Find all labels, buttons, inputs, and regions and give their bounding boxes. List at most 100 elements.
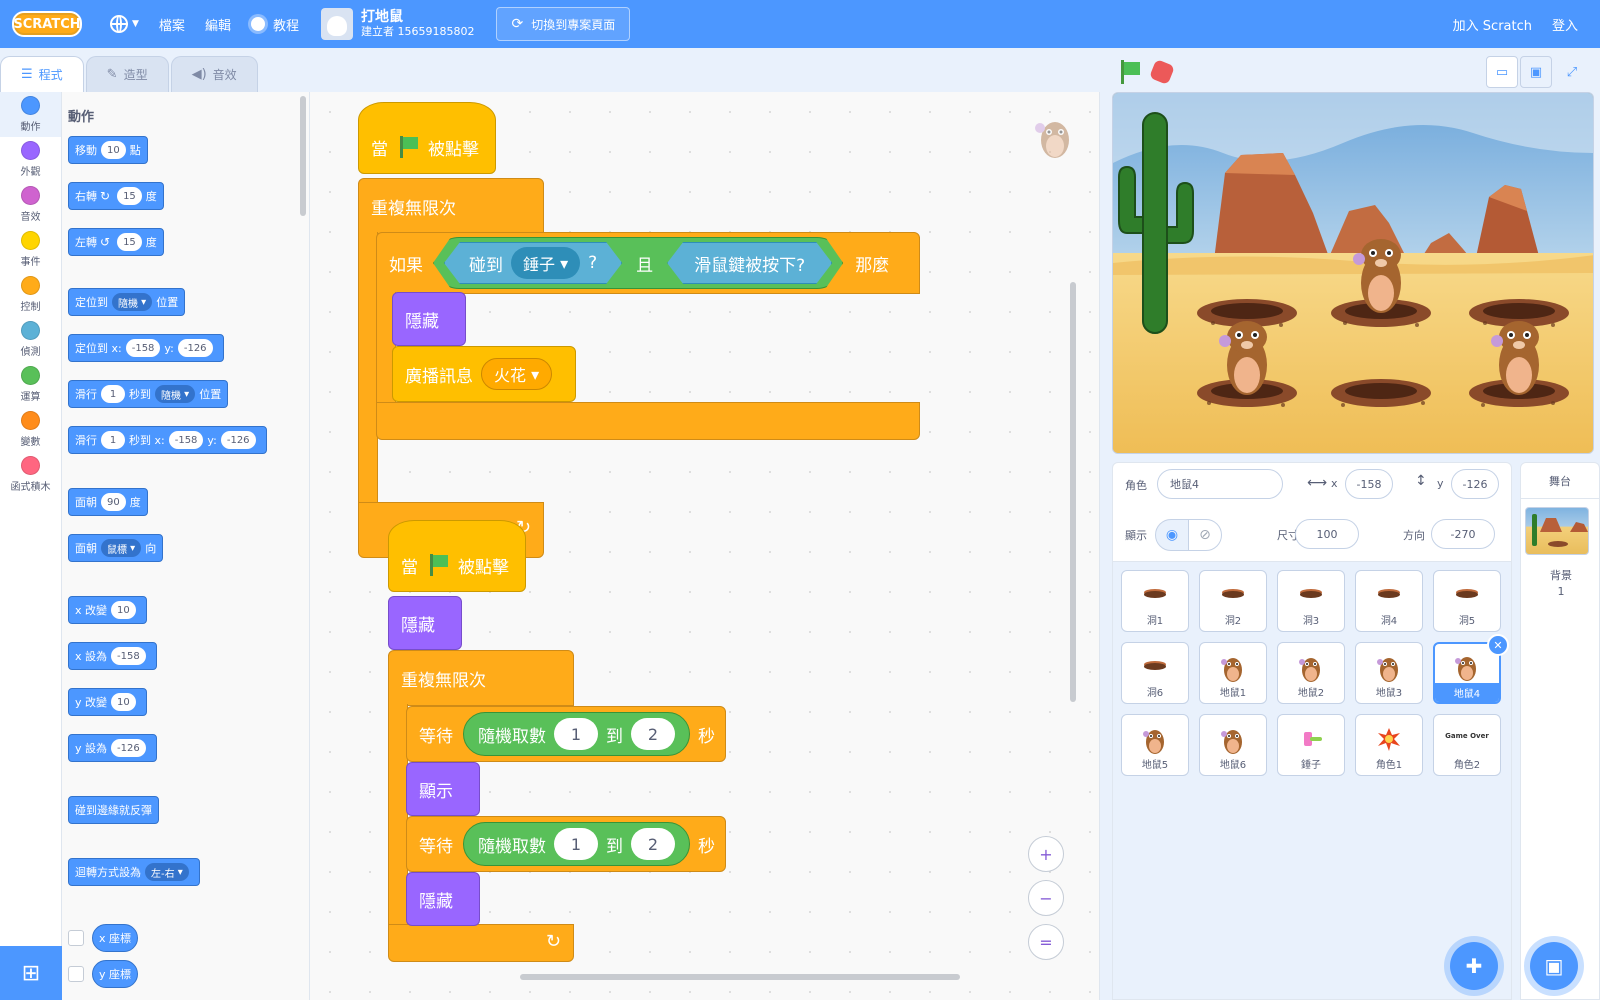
category-motion[interactable]: 動作 [0, 92, 61, 137]
tutorials-menu[interactable]: 教程 [241, 0, 309, 48]
block-when-flag-clicked[interactable]: 當 被點擊 [358, 102, 496, 174]
sprite-tile[interactable]: 地鼠2 [1277, 642, 1345, 704]
block-if-then[interactable]: 如果 碰到 錘子 ▾? 且 滑鼠鍵被按下? 那麼 [376, 232, 920, 294]
block-input[interactable]: 10 [111, 693, 136, 711]
block-show[interactable]: 顯示 [406, 762, 480, 816]
block-hide[interactable]: 隱藏 [388, 596, 462, 650]
stop-button[interactable] [1148, 58, 1176, 86]
reporter-y-position[interactable]: y 座標 [92, 960, 139, 988]
block-input[interactable]: 1 [554, 828, 598, 860]
block-broadcast[interactable]: 廣播訊息 火花 ▾ [392, 346, 576, 402]
add-sprite-button[interactable]: ✚ [1450, 942, 1498, 990]
block-input[interactable]: 10 [111, 601, 136, 619]
edit-menu[interactable]: 編輯 [195, 0, 241, 48]
block-when-flag-clicked[interactable]: 當 被點擊 [388, 520, 526, 592]
block-input[interactable]: 1 [101, 431, 125, 449]
block-change-x[interactable]: x 改變 10 [68, 596, 147, 624]
fullscreen-button[interactable]: ⤢ [1556, 56, 1588, 88]
block-input[interactable]: 2 [631, 718, 675, 750]
category-looks[interactable]: 外觀 [0, 137, 61, 182]
tab-code[interactable]: ☰ 程式 [0, 56, 84, 92]
sprite-name-input[interactable]: 地鼠4 [1157, 469, 1283, 499]
stage-target-pane[interactable]: 舞台 背景 1 [1520, 462, 1600, 1000]
block-input[interactable]: 15 [117, 187, 142, 205]
direction-input[interactable]: -270 [1431, 519, 1495, 549]
block-input[interactable]: 1 [101, 385, 125, 403]
sprite-tile[interactable]: 地鼠4 ✕ [1433, 634, 1509, 704]
scratch-logo[interactable]: SCRATCH [12, 11, 82, 37]
block-hide[interactable]: 隱藏 [406, 872, 480, 926]
block-goto[interactable]: 定位到 隨機 ▾ 位置 [68, 288, 186, 316]
show-sprite-button[interactable]: ◉ [1155, 519, 1189, 551]
category-my-blocks[interactable]: 函式積木 [0, 452, 61, 497]
large-stage-button[interactable]: ▣ [1520, 56, 1552, 88]
sprite-tile[interactable]: 洞6 [1121, 642, 1189, 704]
x-position-checkbox[interactable] [68, 930, 84, 946]
author-avatar[interactable] [320, 8, 353, 40]
block-dropdown[interactable]: 左-右 ▾ [145, 863, 189, 881]
block-mouse-down[interactable]: 滑鼠鍵被按下? [667, 242, 832, 284]
block-glide[interactable]: 滑行 1 秒到 隨機 ▾ 位置 [68, 380, 229, 408]
tab-sounds[interactable]: ◀) 音效 [170, 56, 258, 92]
delete-sprite-button[interactable]: ✕ [1487, 634, 1509, 656]
block-and[interactable]: 碰到 錘子 ▾? 且 滑鼠鍵被按下? [433, 237, 843, 289]
tab-costumes[interactable]: ✎ 造型 [85, 56, 169, 92]
block-input[interactable]: -158 [168, 431, 204, 449]
block-input[interactable]: 15 [117, 233, 142, 251]
block-dropdown[interactable]: 隨機 ▾ [112, 293, 153, 311]
block-goto-xy[interactable]: 定位到 x: -158 y: -126 [68, 334, 224, 362]
block-input[interactable]: 1 [554, 718, 598, 750]
block-input[interactable]: -126 [220, 431, 256, 449]
add-backdrop-button[interactable]: ▣ [1530, 942, 1578, 990]
sprite-tile[interactable]: 地鼠3 [1355, 642, 1423, 704]
file-menu[interactable]: 檔案 [149, 0, 195, 48]
y-input[interactable]: -126 [1451, 469, 1499, 499]
block-wait[interactable]: 等待 隨機取數 1 到 2 秒 [406, 706, 726, 762]
sprite-tile[interactable]: 洞3 [1277, 570, 1345, 632]
block-dropdown[interactable]: 隨機 ▾ [155, 385, 196, 403]
block-pick-random[interactable]: 隨機取數 1 到 2 [463, 822, 690, 866]
block-bounce[interactable]: 碰到邊緣就反彈 [68, 796, 159, 824]
reporter-x-position[interactable]: x 座標 [92, 924, 139, 952]
category-variables[interactable]: 變數 [0, 407, 61, 452]
sprite-tile[interactable]: 錘子 [1277, 714, 1345, 776]
workspace-vertical-scrollbar[interactable] [1070, 282, 1076, 702]
workspace-horizontal-scrollbar[interactable] [520, 974, 960, 980]
block-input[interactable]: -126 [177, 339, 213, 357]
code-workspace[interactable]: 當被點擊 重複無限次 ↻ 如果 碰到 錘子 ▾? 且 滑鼠鍵被按下? 那麼 隱藏 … [310, 92, 1100, 1000]
palette-scrollbar[interactable] [300, 96, 306, 216]
sprite-tile[interactable]: 洞2 [1199, 570, 1267, 632]
block-dropdown[interactable]: 火花 ▾ [481, 358, 553, 390]
backdrop-thumbnail[interactable] [1525, 507, 1589, 555]
sprite-tile[interactable]: 角色1 [1355, 714, 1423, 776]
y-position-checkbox[interactable] [68, 966, 84, 982]
category-sensing[interactable]: 偵測 [0, 317, 61, 362]
x-input[interactable]: -158 [1345, 469, 1393, 499]
block-turn-right[interactable]: 右轉 ↻ 15 度 [68, 182, 164, 210]
language-menu[interactable]: ▼ [100, 0, 149, 48]
block-dropdown[interactable]: 錘子 ▾ [511, 247, 580, 279]
block-input[interactable]: 10 [101, 141, 126, 159]
add-extension-button[interactable]: ⊞ [0, 946, 62, 1000]
block-input[interactable]: -158 [111, 647, 146, 665]
sprite-tile[interactable]: 地鼠5 [1121, 714, 1189, 776]
zoom-in-button[interactable]: + [1028, 836, 1064, 872]
block-change-y[interactable]: y 改變 10 [68, 688, 147, 716]
category-sound[interactable]: 音效 [0, 182, 61, 227]
signin-button[interactable]: 登入 [1542, 0, 1588, 48]
block-point-towards[interactable]: 面朝 鼠標 ▾ 向 [68, 534, 164, 562]
block-forever[interactable]: 重複無限次 [388, 650, 574, 706]
sprite-tile[interactable]: 洞5 [1433, 570, 1501, 632]
zoom-reset-button[interactable]: = [1028, 924, 1064, 960]
zoom-out-button[interactable]: − [1028, 880, 1064, 916]
sprite-tile[interactable]: 洞4 [1355, 570, 1423, 632]
small-stage-button[interactable]: ▭ [1486, 56, 1518, 88]
sprite-tile[interactable]: 地鼠1 [1199, 642, 1267, 704]
block-input[interactable]: -126 [111, 739, 146, 757]
sprite-tile[interactable]: 洞1 [1121, 570, 1189, 632]
see-project-page-button[interactable]: ⟳ 切換到專案頁面 [496, 7, 631, 41]
sprite-tile[interactable]: Game Over 角色2 [1433, 714, 1501, 776]
block-pick-random[interactable]: 隨機取數 1 到 2 [463, 712, 690, 756]
stage-canvas[interactable] [1112, 92, 1594, 454]
green-flag-button[interactable] [1118, 60, 1140, 84]
